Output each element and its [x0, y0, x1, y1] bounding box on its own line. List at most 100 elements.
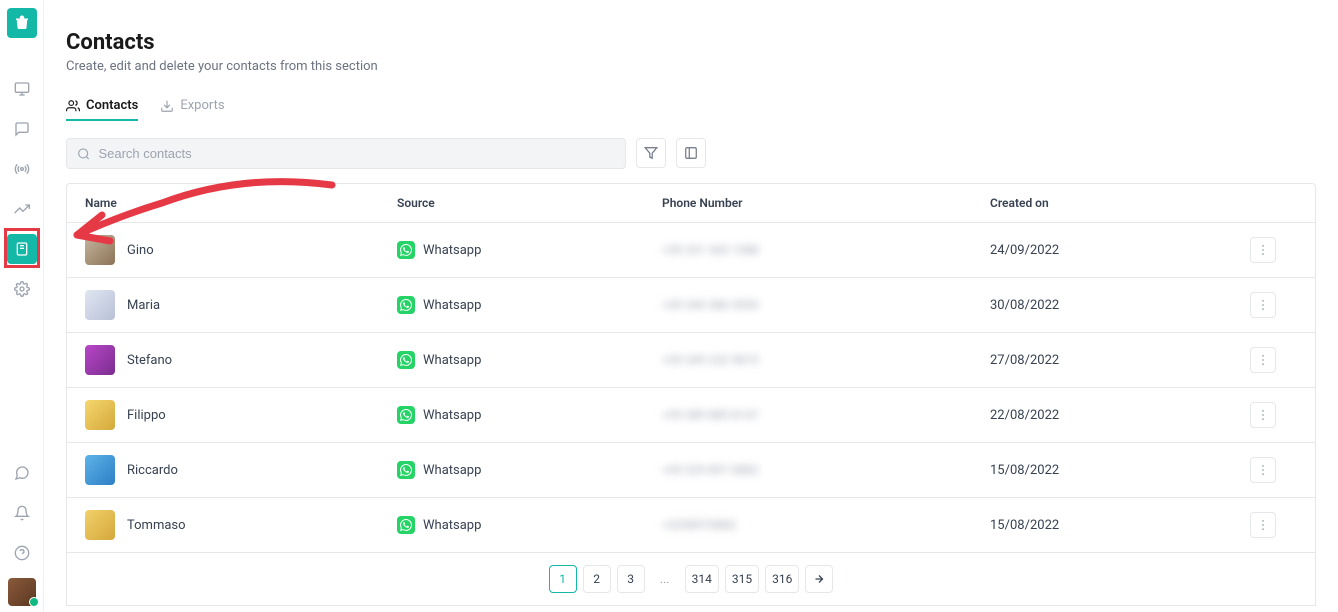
columns-icon — [684, 146, 698, 160]
contact-created: 15/08/2022 — [990, 518, 1059, 533]
download-icon — [160, 99, 174, 113]
pagination: 123...314315316 — [66, 553, 1316, 606]
contact-phone: +39 345 586 9555 — [662, 298, 759, 312]
contact-name: Stefano — [127, 353, 172, 368]
contact-created: 27/08/2022 — [990, 353, 1059, 368]
contact-created: 15/08/2022 — [990, 463, 1059, 478]
sidebar — [0, 0, 44, 612]
more-vertical-icon — [1256, 298, 1270, 312]
nav-analytics-icon[interactable] — [7, 194, 37, 224]
contact-source: Whatsapp — [423, 463, 481, 478]
contact-source: Whatsapp — [423, 353, 481, 368]
row-actions-button[interactable] — [1250, 237, 1276, 263]
contact-created: 22/08/2022 — [990, 408, 1059, 423]
contact-avatar — [85, 290, 115, 320]
users-icon — [66, 99, 80, 113]
contact-created: 30/08/2022 — [990, 298, 1059, 313]
toolbar — [66, 138, 1316, 169]
search-icon — [77, 147, 90, 161]
search-input[interactable] — [98, 146, 615, 161]
row-actions-button[interactable] — [1250, 512, 1276, 538]
contact-created: 24/09/2022 — [990, 243, 1059, 258]
page-next-button[interactable] — [805, 565, 833, 593]
whatsapp-icon — [397, 406, 415, 424]
page-button[interactable]: 1 — [549, 565, 577, 593]
table-row[interactable]: Stefano Whatsapp +39 349 232 9815 27/08/… — [67, 333, 1315, 388]
page-button[interactable]: 3 — [617, 565, 645, 593]
contact-avatar — [85, 235, 115, 265]
col-header-created: Created on — [990, 196, 1250, 210]
search-box[interactable] — [66, 138, 626, 169]
more-vertical-icon — [1256, 463, 1270, 477]
row-actions-button[interactable] — [1250, 457, 1276, 483]
nav-desktop-icon[interactable] — [7, 74, 37, 104]
columns-button[interactable] — [676, 138, 706, 168]
contact-avatar — [85, 510, 115, 540]
nav-chat-icon[interactable] — [7, 114, 37, 144]
more-vertical-icon — [1256, 243, 1270, 257]
tab-label: Contacts — [86, 98, 138, 113]
user-avatar[interactable] — [8, 578, 36, 606]
arrow-right-icon — [813, 573, 825, 585]
contact-avatar — [85, 400, 115, 430]
whatsapp-icon — [397, 296, 415, 314]
page-title: Contacts — [66, 30, 1316, 55]
contact-source: Whatsapp — [423, 298, 481, 313]
filter-button[interactable] — [636, 138, 666, 168]
whatsapp-icon — [397, 351, 415, 369]
page-ellipsis: ... — [651, 565, 679, 593]
contacts-table: Name Source Phone Number Created on Gino… — [66, 183, 1316, 553]
contact-source: Whatsapp — [423, 243, 481, 258]
contact-avatar — [85, 455, 115, 485]
page-button[interactable]: 316 — [765, 565, 799, 593]
more-vertical-icon — [1256, 408, 1270, 422]
table-row[interactable]: Tommaso Whatsapp +3298970882 15/08/2022 — [67, 498, 1315, 552]
main-content: Contacts Create, edit and delete your co… — [44, 0, 1338, 612]
col-header-source: Source — [397, 196, 662, 210]
page-button[interactable]: 315 — [725, 565, 759, 593]
contact-phone: +39 331 365 1388 — [662, 243, 759, 257]
contact-source: Whatsapp — [423, 518, 481, 533]
contact-name: Filippo — [127, 408, 166, 423]
nav-whatsapp-icon[interactable] — [7, 458, 37, 488]
more-vertical-icon — [1256, 518, 1270, 532]
col-header-name: Name — [85, 196, 397, 210]
tab-exports[interactable]: Exports — [160, 92, 224, 121]
tab-contacts[interactable]: Contacts — [66, 92, 138, 121]
nav-settings-icon[interactable] — [7, 274, 37, 304]
contact-phone: +39 329 897 0882 — [662, 463, 759, 477]
contact-name: Gino — [127, 243, 154, 258]
contact-phone: +39 349 232 9815 — [662, 353, 759, 367]
table-header: Name Source Phone Number Created on — [67, 184, 1315, 223]
table-row[interactable]: Maria Whatsapp +39 345 586 9555 30/08/20… — [67, 278, 1315, 333]
contact-source: Whatsapp — [423, 408, 481, 423]
contact-name: Riccardo — [127, 463, 178, 478]
contact-phone: +3298970882 — [662, 518, 736, 532]
table-row[interactable]: Riccardo Whatsapp +39 329 897 0882 15/08… — [67, 443, 1315, 498]
row-actions-button[interactable] — [1250, 292, 1276, 318]
col-header-phone: Phone Number — [662, 196, 990, 210]
whatsapp-icon — [397, 241, 415, 259]
contact-avatar — [85, 345, 115, 375]
page-button[interactable]: 314 — [685, 565, 719, 593]
nav-help-icon[interactable] — [7, 538, 37, 568]
filter-icon — [644, 146, 658, 160]
nav-contacts-icon[interactable] — [7, 234, 37, 264]
contact-name: Tommaso — [127, 518, 186, 533]
tab-label: Exports — [180, 98, 224, 113]
row-actions-button[interactable] — [1250, 347, 1276, 373]
whatsapp-icon — [397, 516, 415, 534]
table-row[interactable]: Filippo Whatsapp +39 389 889 8147 22/08/… — [67, 388, 1315, 443]
contact-phone: +39 389 889 8147 — [662, 408, 759, 422]
table-row[interactable]: Gino Whatsapp +39 331 365 1388 24/09/202… — [67, 223, 1315, 278]
page-subtitle: Create, edit and delete your contacts fr… — [66, 59, 1316, 74]
contact-name: Maria — [127, 298, 160, 313]
nav-broadcast-icon[interactable] — [7, 154, 37, 184]
app-logo[interactable] — [7, 8, 37, 38]
more-vertical-icon — [1256, 353, 1270, 367]
tabs: Contacts Exports — [66, 92, 1316, 122]
nav-notifications-icon[interactable] — [7, 498, 37, 528]
row-actions-button[interactable] — [1250, 402, 1276, 428]
page-button[interactable]: 2 — [583, 565, 611, 593]
whatsapp-icon — [397, 461, 415, 479]
